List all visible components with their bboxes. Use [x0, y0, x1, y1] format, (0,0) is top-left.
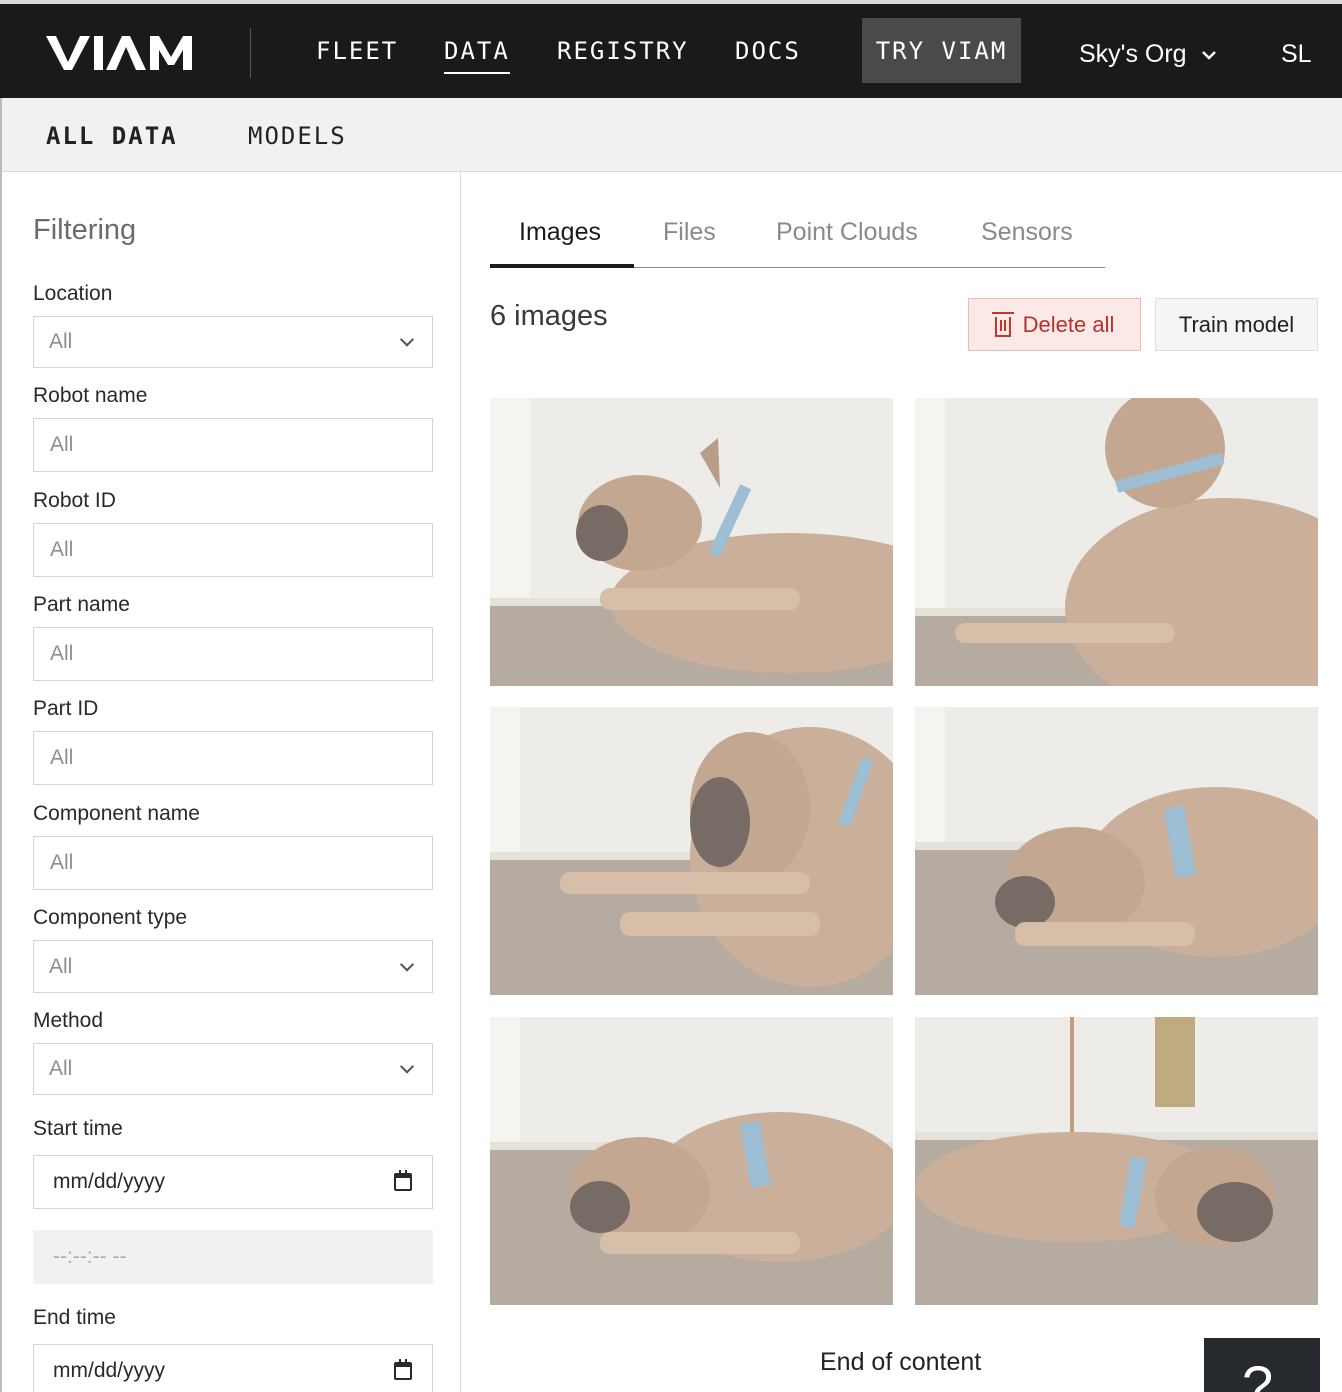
image-thumbnail[interactable] [915, 1017, 1318, 1305]
image-thumbnail[interactable] [490, 707, 893, 995]
robot-id-placeholder: All [50, 538, 74, 561]
chevron-down-icon [399, 1059, 415, 1074]
nav-link-docs[interactable]: DOCS [735, 36, 801, 66]
location-value: All [49, 330, 73, 353]
component-name-placeholder: All [50, 851, 74, 874]
component-name-input[interactable]: All [33, 836, 433, 890]
org-selector[interactable]: Sky's Org [1079, 40, 1217, 69]
nav-link-data[interactable]: DATA [444, 36, 510, 74]
image-thumbnail[interactable] [915, 398, 1318, 686]
component-name-label: Component name [33, 802, 200, 825]
calendar-icon[interactable] [394, 1359, 412, 1380]
method-label: Method [33, 1009, 104, 1032]
sub-navbar: ALL DATA MODELS [0, 98, 1342, 172]
chevron-down-icon [399, 956, 415, 972]
end-of-content: End of content [820, 1348, 982, 1376]
active-tab-indicator [490, 264, 634, 268]
image-count: 6 images [490, 300, 608, 332]
try-viam-button[interactable]: TRY VIAM [862, 18, 1021, 83]
robot-name-label: Robot name [33, 384, 148, 407]
part-name-label: Part name [33, 593, 130, 616]
top-navbar: FLEET DATA REGISTRY DOCS TRY VIAM Sky's … [0, 0, 1342, 98]
part-id-placeholder: All [50, 746, 74, 769]
help-button[interactable]: ? [1204, 1338, 1320, 1392]
image-thumbnail[interactable] [915, 707, 1318, 995]
component-type-value: All [49, 954, 73, 978]
end-date-input[interactable]: mm/dd/yyyy [33, 1344, 433, 1392]
data-type-tabs: Images Files Point Clouds Sensors [490, 200, 1105, 268]
org-name: Sky's Org [1079, 40, 1187, 68]
viam-logo[interactable] [46, 32, 194, 72]
robot-name-placeholder: All [50, 433, 74, 456]
end-date-placeholder: mm/dd/yyyy [53, 1359, 166, 1382]
tab-images[interactable]: Images [519, 218, 601, 247]
location-label: Location [33, 282, 113, 305]
start-time-placeholder: --:--:-- -- [53, 1245, 127, 1268]
start-time-input[interactable]: --:--:-- -- [33, 1230, 433, 1284]
image-thumbnail[interactable] [490, 398, 893, 686]
delete-all-button[interactable]: Delete all [968, 298, 1141, 351]
tab-sensors[interactable]: Sensors [981, 218, 1073, 247]
part-id-input[interactable]: All [33, 731, 433, 785]
component-type-select[interactable]: All [33, 940, 433, 993]
filter-title: Filtering [33, 214, 137, 246]
chevron-down-icon [1201, 50, 1216, 60]
location-select[interactable]: All [33, 316, 433, 368]
tab-files[interactable]: Files [663, 218, 716, 247]
robot-id-label: Robot ID [33, 489, 116, 512]
nav-link-fleet[interactable]: FLEET [316, 36, 398, 66]
start-time-label: Start time [33, 1117, 123, 1140]
chevron-down-icon [399, 332, 415, 347]
component-type-label: Component type [33, 906, 188, 929]
user-avatar[interactable]: SL [1281, 40, 1312, 69]
delete-all-label: Delete all [1022, 311, 1115, 337]
nav-divider [250, 28, 251, 78]
filter-sidebar: Filtering Location All Robot name All Ro… [0, 172, 461, 1392]
start-date-input[interactable]: mm/dd/yyyy [33, 1155, 433, 1209]
end-time-label: End time [33, 1306, 116, 1329]
subnav-models[interactable]: MODELS [248, 122, 347, 150]
robot-name-input[interactable]: All [33, 418, 433, 472]
robot-id-input[interactable]: All [33, 523, 433, 577]
train-model-button[interactable]: Train model [1155, 298, 1318, 351]
trash-icon [991, 311, 1014, 337]
image-thumbnail[interactable] [490, 1017, 893, 1305]
help-icon: ? [1242, 1354, 1274, 1392]
tab-point-clouds[interactable]: Point Clouds [776, 218, 918, 247]
method-value: All [49, 1057, 73, 1080]
part-name-placeholder: All [50, 642, 74, 665]
start-date-placeholder: mm/dd/yyyy [53, 1170, 166, 1193]
method-select[interactable]: All [33, 1043, 433, 1095]
nav-link-registry[interactable]: REGISTRY [557, 36, 689, 66]
subnav-all-data[interactable]: ALL DATA [46, 122, 178, 150]
part-name-input[interactable]: All [33, 627, 433, 681]
part-id-label: Part ID [33, 697, 99, 720]
calendar-icon[interactable] [394, 1170, 412, 1191]
